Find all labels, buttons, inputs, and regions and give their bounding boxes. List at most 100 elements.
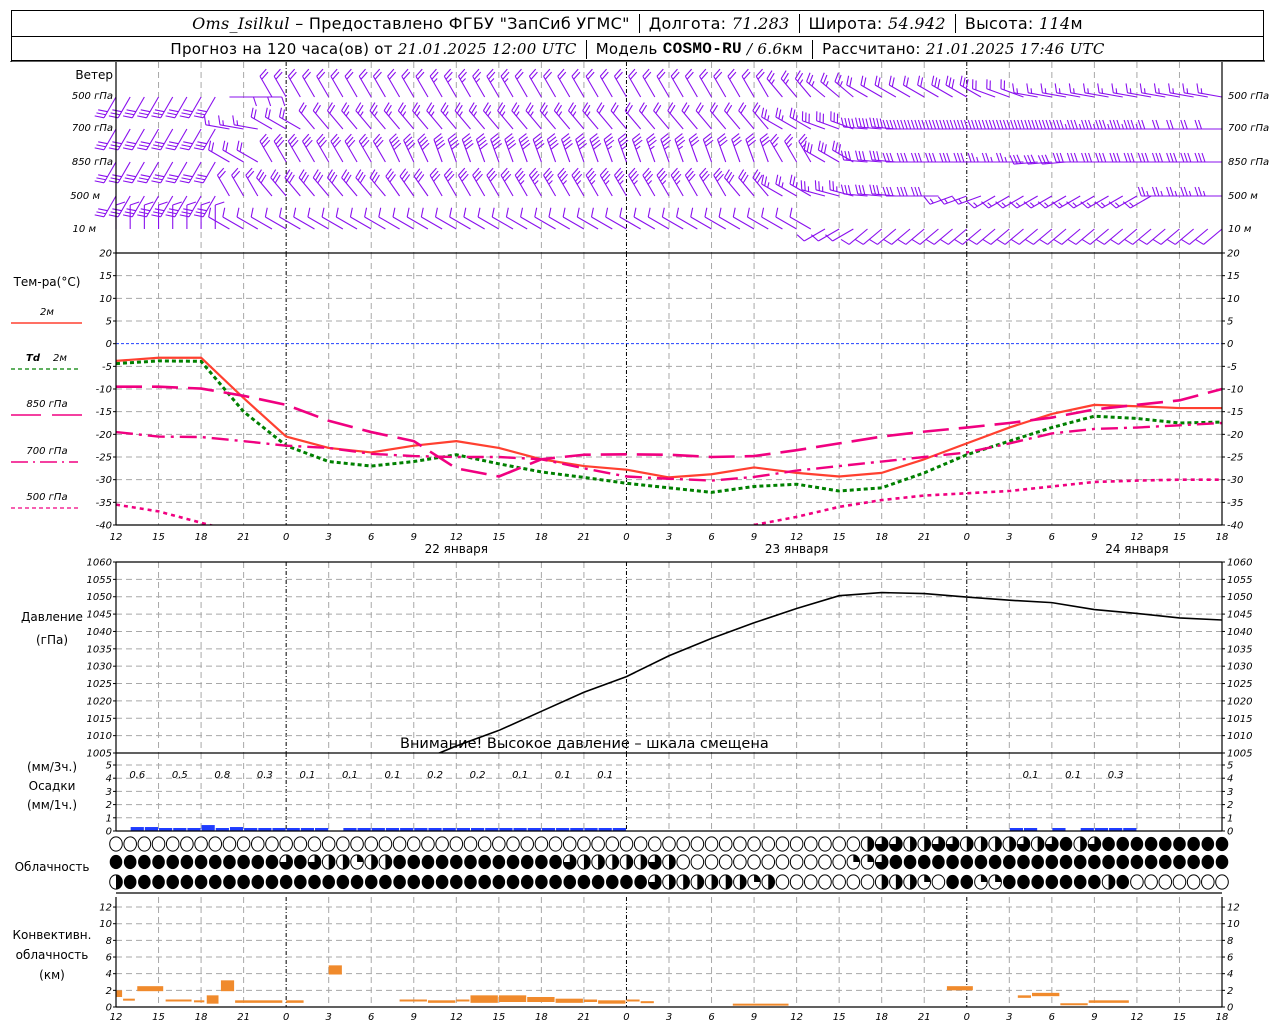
wind-level-label-700hpa: 700 гПа (72, 123, 113, 134)
wind-barb-staff (599, 75, 613, 98)
wind-barb-feather (195, 112, 206, 116)
wind-barb-feather (1183, 152, 1188, 163)
x-tick-label-bottom: 3 (1006, 1012, 1012, 1023)
wind-barb-feather (896, 152, 901, 163)
wind-barb-staff (553, 110, 571, 130)
cloud-full (1102, 836, 1115, 852)
cloud-symbol-middle (279, 854, 293, 870)
wind-barb-staff (454, 110, 471, 130)
x-tick-label: 21 (237, 532, 250, 543)
wind-barb-850hPa (122, 161, 145, 184)
wind-barb-700hPa (582, 102, 599, 130)
wind-barb-500m (443, 167, 457, 197)
cloud-symbol-upper (1045, 836, 1059, 852)
cloud-full (364, 874, 378, 890)
wind-barb-feather (1037, 201, 1046, 209)
wind-barb-feather (928, 152, 933, 163)
wind-barb-feather (335, 207, 339, 218)
wind-barb-10m (1095, 228, 1124, 245)
wind-barb-10m (335, 207, 358, 230)
wind-barb-half-feather (1115, 88, 1118, 94)
wind-barb-feather (449, 207, 453, 218)
wind-barb-10m (208, 207, 230, 230)
wind-barb-feather (946, 152, 951, 163)
precip-3h-sum: 0.1 (342, 770, 358, 781)
wind-barb-feather (1053, 238, 1063, 245)
convective-tick-label-left: 12 (99, 903, 112, 914)
cloud-symbol-middle (1017, 854, 1030, 870)
wind-barb-staff (684, 75, 698, 98)
wind-barb-feather (576, 207, 580, 218)
wind-barb-feather (792, 109, 796, 119)
wind-barb-500hPa (1182, 83, 1208, 98)
cloud-outline (761, 854, 776, 870)
wind-barb-half-feather (586, 111, 591, 117)
wind-barb-staff (403, 140, 415, 163)
cloud-outline (832, 836, 846, 852)
cloud-symbol-middle (1215, 854, 1229, 870)
cloud-symbol-upper (846, 836, 861, 852)
wind-barb-850hPa (273, 133, 287, 163)
wind-barb-staff (919, 228, 939, 245)
wind-barb-feather (1138, 238, 1148, 245)
cloud-symbol-upper (165, 836, 180, 852)
wind-barb-500hPa (1139, 83, 1166, 98)
wind-barb-feather (193, 180, 204, 184)
wind-barb-half-feather (1160, 190, 1163, 197)
wind-barb-staff (202, 96, 216, 119)
cloud-symbol-upper (733, 836, 747, 852)
wind-barb-10m (996, 228, 1024, 245)
convective-tick-label-right: 2 (1227, 986, 1233, 997)
pressure-tick-label-right: 1045 (1227, 610, 1252, 621)
convective-bar (470, 995, 498, 1003)
wind-barb-feather (293, 207, 297, 218)
cloud-symbol-middle (478, 854, 491, 870)
wind-barb-feather (1009, 201, 1018, 209)
wind-barb-half-feather (619, 180, 624, 185)
wind-barb-feather (1127, 119, 1132, 130)
wind-barb-half-feather (1072, 202, 1078, 207)
cloud-full (166, 874, 180, 890)
wind-barb-500m (298, 169, 315, 197)
wind-barb-half-feather (664, 145, 669, 150)
cloud-outline (662, 836, 676, 852)
wind-barb-feather (1173, 152, 1178, 163)
wind-barb-700hPa (312, 102, 330, 130)
cloud-outline (321, 836, 336, 852)
wind-barb-feather (874, 75, 878, 86)
cloud-symbol-upper (321, 836, 336, 852)
cloud-symbol-lower (803, 874, 818, 890)
wind-barb-staff (738, 177, 755, 197)
cloud-symbol-lower (1017, 874, 1030, 890)
wind-barb-feather (820, 142, 824, 152)
wind-barb-feather (985, 119, 990, 130)
wind-barb-staff (417, 140, 429, 163)
wind-barb-500m (670, 167, 684, 197)
cloud-outline (492, 836, 506, 852)
wind-barb-feather (126, 208, 136, 212)
convective-bar (1060, 1003, 1088, 1006)
cloud-symbol-middle (1116, 854, 1130, 870)
wind-barb-700hPa (383, 102, 401, 130)
wind-barb-850hPa (372, 133, 386, 163)
wind-barb-half-feather (1143, 88, 1146, 94)
convective-bar (583, 999, 598, 1003)
wind-barb-feather (1183, 119, 1188, 130)
cloud-full (889, 854, 903, 870)
wind-barb-10m (840, 228, 868, 245)
wind-barb-700hPa (724, 102, 741, 130)
wind-barb-feather (1166, 152, 1171, 163)
cloud-symbol-upper (336, 836, 350, 852)
wind-barb-feather (1102, 152, 1107, 163)
wind-barb-feather (858, 117, 862, 128)
wind-barb-500hPa (193, 96, 216, 119)
cloud-symbol-upper (1130, 836, 1144, 852)
precip-3h-sum: 0.1 (597, 770, 613, 781)
precip-tick-label-left: 2 (106, 800, 112, 811)
wind-barb-feather (661, 207, 665, 218)
chart-marks: 0.6 0.5 0.8 0.3 0.1 0.1 0.1 0.2 0.2 0.1 0.1 0.1 0.1 0… (94, 68, 1229, 1006)
wind-barb-10m (775, 207, 797, 230)
cloud-symbol-upper (718, 836, 733, 852)
wind-barb-500m (514, 167, 528, 197)
wind-barb-feather (167, 112, 177, 116)
